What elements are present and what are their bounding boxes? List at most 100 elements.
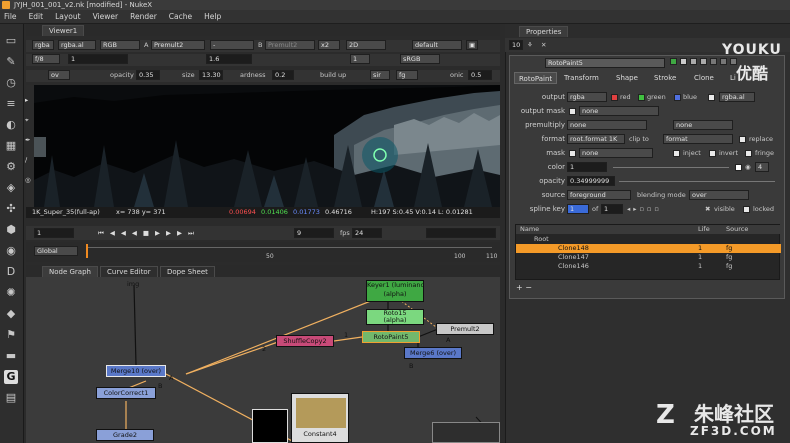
frame-range-field[interactable] xyxy=(426,228,496,238)
overlay-select[interactable]: ov xyxy=(48,70,70,80)
gain-field[interactable]: 1 xyxy=(68,54,128,64)
revert-icon[interactable] xyxy=(710,58,717,65)
colorcorrect1-node[interactable]: ColorCorrect1 xyxy=(96,387,156,399)
gizmo-icon[interactable]: G xyxy=(4,370,18,384)
premult2-node[interactable]: Premult2 xyxy=(436,323,494,335)
tab-dope-sheet[interactable]: Dope Sheet xyxy=(160,266,215,277)
menu-layout[interactable]: Layout xyxy=(55,12,81,21)
onion-field[interactable]: 0.5 xyxy=(468,70,492,80)
view-mode-select[interactable]: 2D xyxy=(346,40,386,50)
menu-file[interactable]: File xyxy=(4,12,17,21)
tab-rotopaint[interactable]: RotoPaint xyxy=(514,72,558,84)
red-checkbox[interactable] xyxy=(611,94,618,101)
navigator-minimap[interactable] xyxy=(432,422,500,443)
tab-shape[interactable]: Shape xyxy=(612,72,642,84)
opacity-field[interactable]: 0.34999999 xyxy=(567,176,615,186)
node-color-icon[interactable] xyxy=(670,58,677,65)
visible-checkbox[interactable]: ✖ xyxy=(705,204,710,214)
redo-icon[interactable] xyxy=(700,58,707,65)
key-nav-buttons[interactable]: ◂▸▫▫▫ xyxy=(627,204,662,214)
tree-row-clone146[interactable]: Clone146 1 fg xyxy=(516,262,781,271)
merge10-node[interactable]: Merge10 (over) xyxy=(106,365,166,377)
display-lut-select[interactable]: sRGB xyxy=(400,54,440,64)
frame-in-field[interactable]: 1 xyxy=(34,228,74,238)
of-field[interactable]: 1 xyxy=(601,204,623,214)
toolsets-icon[interactable]: ◆ xyxy=(4,307,18,321)
alpha-checkbox[interactable] xyxy=(708,94,715,101)
select-tool-icon[interactable]: ▸ xyxy=(25,95,28,105)
metadata-nodes-icon[interactable]: D xyxy=(4,265,18,279)
tab-viewer1[interactable]: Viewer1 xyxy=(42,25,85,36)
global-range-select[interactable]: Global xyxy=(34,246,78,256)
tree-row-root[interactable]: Root xyxy=(516,235,781,244)
fps-field[interactable]: 24 xyxy=(352,228,382,238)
output-mask-checkbox[interactable] xyxy=(569,108,576,115)
source-select[interactable]: foreground xyxy=(567,190,631,200)
grade2-node[interactable]: Grade2 xyxy=(96,429,154,441)
merge-nodes-icon[interactable]: ◈ xyxy=(4,181,18,195)
channels-select[interactable]: rgba xyxy=(32,40,54,50)
views-nodes-icon[interactable]: ◉ xyxy=(4,244,18,258)
tree-header-life[interactable]: Life xyxy=(698,225,710,234)
zoom-select[interactable]: x2 xyxy=(318,40,340,50)
tab-properties[interactable]: Properties xyxy=(519,26,569,37)
mask-checkbox[interactable] xyxy=(569,150,576,157)
help-icon[interactable] xyxy=(680,58,687,65)
compare-select[interactable]: - xyxy=(210,40,254,50)
draw-nodes-icon[interactable]: ✎ xyxy=(4,55,18,69)
gamma-field[interactable]: 1.6 xyxy=(206,54,252,64)
particles-nodes-icon[interactable]: ✺ xyxy=(4,286,18,300)
output-select[interactable]: rgba xyxy=(567,92,607,102)
tree-row-clone147[interactable]: Clone147 1 fg xyxy=(516,253,781,262)
node-name-field[interactable]: RotoPaint5 xyxy=(545,58,665,68)
color-channels-button[interactable]: 4 xyxy=(755,162,769,172)
viewer-canvas[interactable] xyxy=(34,85,500,207)
b-input-select[interactable]: Premult2 xyxy=(265,40,315,50)
channel-nodes-icon[interactable]: ≡ xyxy=(4,97,18,111)
brush-channel-select[interactable]: fg xyxy=(396,70,418,80)
color-nodes-icon[interactable]: ◐ xyxy=(4,118,18,132)
spline-key-field[interactable]: 1 xyxy=(567,204,589,214)
transport-buttons[interactable]: ⏮◀◀◀■▶▶▶⏭ xyxy=(98,228,200,238)
node-graph-canvas[interactable]: img Keyer1 (luminance key) (alpha) Roto1… xyxy=(26,277,500,443)
menu-cache[interactable]: Cache xyxy=(169,12,192,21)
tree-header-source[interactable]: Source xyxy=(726,225,748,234)
color-wheel-icon[interactable]: ◉ xyxy=(745,162,751,172)
timeline[interactable]: Global 50 100 110 xyxy=(26,242,500,262)
brush-hardness-field[interactable]: 0.2 xyxy=(272,70,294,80)
curves-tree[interactable]: Name Life Source Root Clone148 1 fg Clon… xyxy=(515,224,781,280)
tab-clone[interactable]: Clone xyxy=(690,72,718,84)
point-tool-icon[interactable]: ⌖ xyxy=(25,115,29,125)
inject-checkbox[interactable] xyxy=(673,150,680,157)
replace-checkbox[interactable] xyxy=(739,136,746,143)
layer-select[interactable]: rgba.al xyxy=(58,40,96,50)
output-alpha-select[interactable]: rgba.al xyxy=(719,92,755,102)
premultiply-select[interactable]: none xyxy=(567,120,647,130)
image-nodes-icon[interactable]: ▭ xyxy=(4,34,18,48)
opacity-slider[interactable] xyxy=(619,181,775,182)
tab-node-graph[interactable]: Node Graph xyxy=(42,266,98,277)
menu-viewer[interactable]: Viewer xyxy=(93,12,119,21)
colorspace-select[interactable]: RGB xyxy=(100,40,140,50)
max-panels-field[interactable]: 10 xyxy=(509,40,523,50)
keyer-node[interactable]: Keyer1 (luminance key) (alpha) xyxy=(366,280,424,302)
tree-header-name[interactable]: Name xyxy=(520,225,539,234)
other-nodes-icon[interactable]: ⚑ xyxy=(4,328,18,342)
tree-row-clone148[interactable]: Clone148 1 fg xyxy=(516,244,781,253)
3d-nodes-icon[interactable]: ⬢ xyxy=(4,223,18,237)
keyer-nodes-icon[interactable]: ⚙ xyxy=(4,160,18,174)
step-field[interactable]: 9 xyxy=(294,228,334,238)
proxy-select[interactable]: 1 xyxy=(350,54,370,64)
blue-checkbox[interactable] xyxy=(674,94,681,101)
brush-source-select[interactable]: sir xyxy=(370,70,390,80)
constant4-node[interactable]: Constant4 xyxy=(291,393,349,443)
tab-transform[interactable]: Transform xyxy=(560,72,603,84)
playhead[interactable] xyxy=(86,244,88,258)
menu-edit[interactable]: Edit xyxy=(29,12,44,21)
clear-panels-icon[interactable]: ✕ xyxy=(541,40,546,50)
color-field[interactable]: 1 xyxy=(567,162,607,172)
mask-select[interactable]: none xyxy=(579,148,653,158)
merge6-node[interactable]: Merge6 (over) xyxy=(404,347,462,359)
format-select[interactable]: root.format 1K xyxy=(567,134,625,144)
float-panel-icon[interactable] xyxy=(720,58,727,65)
